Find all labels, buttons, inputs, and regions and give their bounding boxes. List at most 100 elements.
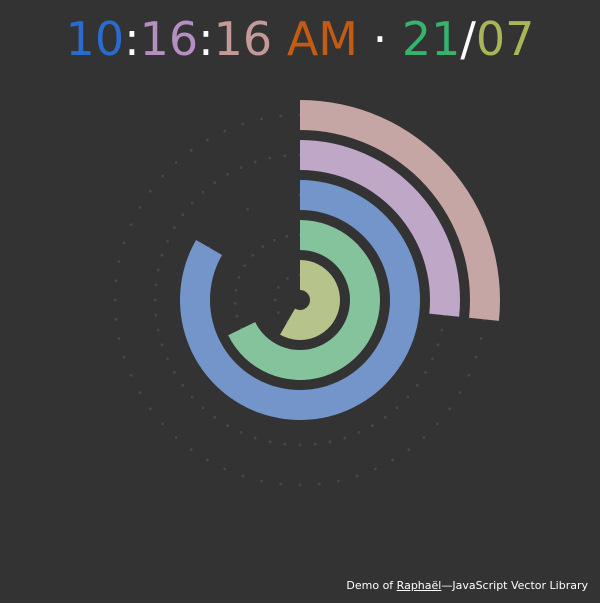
tick-dot	[174, 436, 178, 439]
tick-dot	[114, 317, 118, 321]
tick-dot	[371, 424, 374, 427]
tick-dot	[313, 442, 317, 446]
tick-dot	[166, 239, 169, 243]
tick-dot	[261, 245, 265, 249]
tick-dot	[166, 357, 169, 361]
tick-dot	[467, 373, 471, 377]
tick-dot	[260, 479, 263, 483]
tick-dot	[355, 474, 359, 478]
tick-dot	[343, 436, 347, 440]
tick-dot	[156, 328, 160, 332]
tick-dot	[436, 343, 440, 347]
tick-dot	[253, 160, 257, 164]
tick-dot	[424, 371, 427, 374]
tick-dot	[173, 371, 176, 374]
tick-dot	[223, 129, 227, 133]
tick-dot	[235, 314, 239, 318]
tick-dot	[298, 483, 302, 487]
tick-dot	[223, 467, 227, 471]
tick-dot	[406, 395, 410, 399]
tick-dot	[260, 117, 263, 121]
tick-dot	[253, 436, 257, 440]
tick-dot	[213, 415, 217, 419]
tick-dot	[286, 276, 289, 280]
tick-dot	[173, 226, 176, 229]
tick-dot	[161, 174, 164, 178]
tick-dot	[474, 355, 478, 359]
tick-dot	[234, 288, 238, 292]
month-arc	[280, 260, 340, 340]
tick-dot	[138, 206, 142, 209]
tick-dot	[114, 279, 118, 283]
tick-dot	[189, 148, 193, 152]
tick-dot	[213, 181, 217, 185]
tick-dot	[206, 458, 209, 462]
tick-dot	[285, 234, 289, 238]
tick-dot	[479, 337, 483, 340]
tick-dot	[276, 311, 280, 314]
tick-dot	[448, 407, 452, 411]
tick-dot	[241, 122, 245, 126]
tick-dot	[273, 298, 277, 302]
tick-dot	[161, 422, 164, 426]
tick-dot	[283, 154, 287, 158]
tick-dot	[174, 161, 178, 164]
tick-dot	[298, 443, 302, 447]
polar-clock	[113, 100, 500, 487]
tick-dot	[283, 442, 287, 446]
tick-dot	[181, 383, 185, 387]
tick-dot	[357, 431, 361, 434]
tick-dot	[190, 395, 194, 399]
tick-dot	[279, 482, 283, 486]
tick-dot	[122, 241, 126, 245]
tick-dot	[154, 283, 158, 287]
tick-dot	[458, 391, 462, 394]
tick-dot	[226, 424, 229, 427]
tick-dot	[246, 207, 249, 211]
tick-dot	[129, 373, 133, 377]
tick-dot	[148, 407, 152, 411]
tick-dot	[268, 440, 272, 444]
tick-dot	[440, 328, 444, 332]
tick-dot	[337, 479, 340, 483]
tick-dot	[391, 458, 394, 462]
tick-dot	[239, 166, 243, 169]
tick-dot	[383, 415, 387, 419]
tick-dot	[189, 448, 193, 452]
tick-dot	[160, 343, 164, 347]
raphael-link[interactable]: Raphaël	[397, 579, 442, 592]
tick-dot	[436, 422, 439, 426]
hours-arc	[179, 180, 420, 420]
tick-dot	[276, 286, 280, 289]
tick-dot	[138, 391, 142, 394]
tick-dot	[148, 189, 152, 193]
tick-dot	[233, 301, 237, 305]
tick-dot	[243, 264, 247, 268]
tick-dot	[160, 253, 164, 257]
tick-dot	[156, 268, 160, 272]
tick-dot	[122, 355, 126, 359]
tick-dot	[395, 406, 399, 410]
tick-dot	[201, 406, 205, 410]
footer-prefix: Demo of	[346, 579, 397, 592]
tick-dot	[239, 431, 243, 434]
footer-credit: Demo of Raphaël—JavaScript Vector Librar…	[346, 579, 588, 592]
tick-dot	[317, 482, 321, 486]
tick-dot	[272, 238, 276, 242]
tick-dot	[373, 467, 377, 471]
tick-dot	[241, 474, 245, 478]
tick-dot	[237, 276, 241, 279]
tick-dot	[431, 357, 434, 361]
tick-dot	[328, 440, 332, 444]
day-arc	[228, 220, 380, 380]
tick-dot	[201, 190, 205, 194]
tick-dot	[117, 260, 121, 263]
tick-dot	[153, 298, 157, 302]
tick-dot	[422, 436, 426, 439]
tick-dot	[154, 313, 158, 317]
tick-dot	[415, 383, 419, 387]
tick-dot	[226, 173, 229, 176]
tick-dot	[279, 114, 283, 118]
tick-dot	[117, 337, 121, 340]
tick-dot	[129, 223, 133, 227]
